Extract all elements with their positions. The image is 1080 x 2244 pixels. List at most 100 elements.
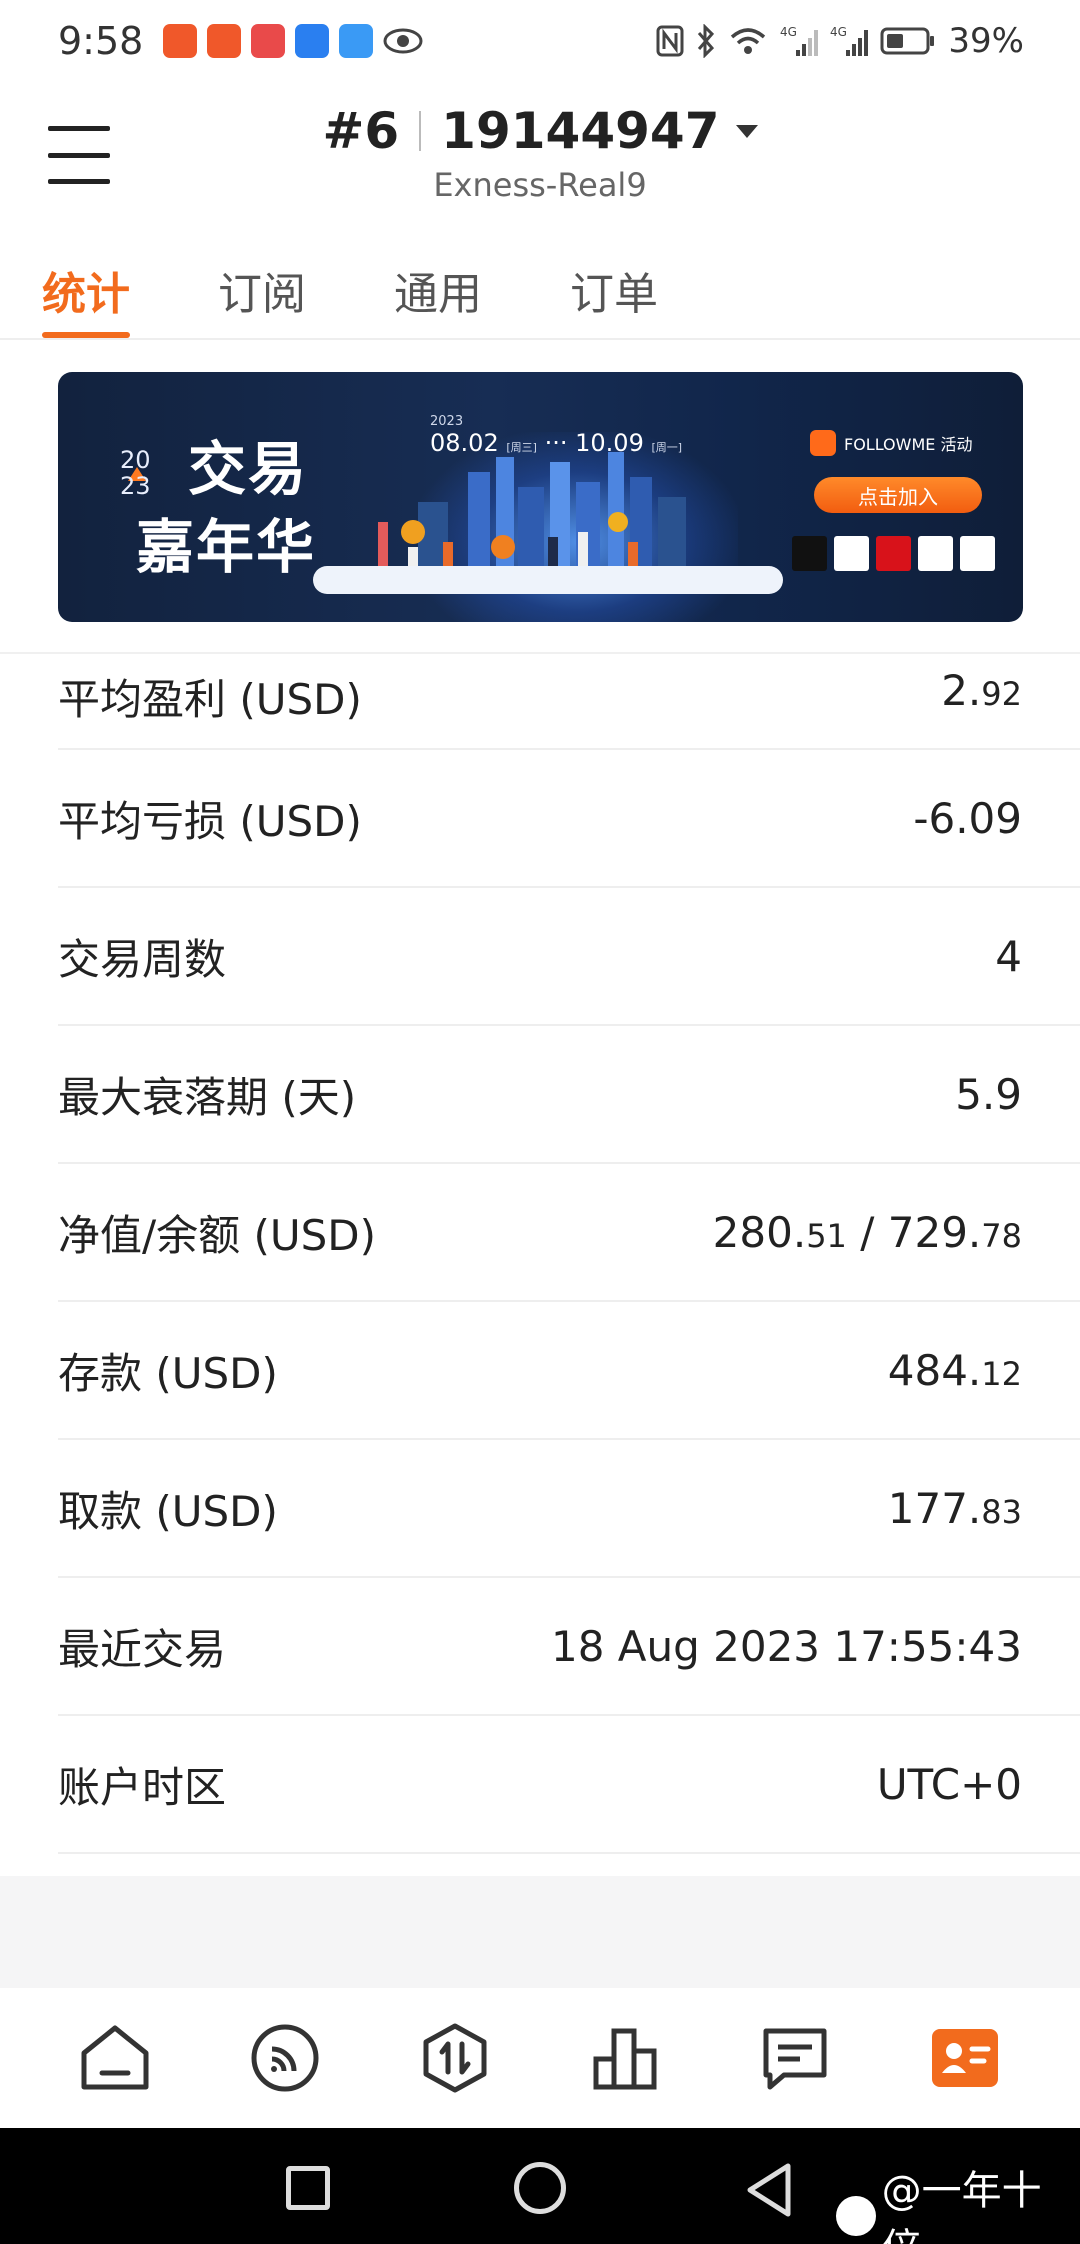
promo-banner[interactable]: 20 23 交易 嘉年华 2023 08.02 [周三] ··· 10.09 [周… bbox=[58, 372, 1023, 622]
stat-value: UTC+0 bbox=[876, 1759, 1022, 1809]
watermark: @一年十倍 bbox=[836, 2158, 1080, 2244]
stat-label: 最近交易 bbox=[58, 1624, 227, 1674]
trade-icon bbox=[423, 2023, 487, 2093]
network-label: 4G bbox=[780, 25, 797, 39]
message-icon bbox=[763, 2028, 827, 2090]
banner-date-end-day: [周一] bbox=[651, 441, 683, 454]
bulb-app-icon bbox=[295, 24, 330, 58]
app-notification-icon bbox=[163, 24, 198, 58]
tab-bar: 统计 订阅 通用 订单 bbox=[0, 240, 1080, 340]
header: #6 19144947 Exness-Real9 bbox=[0, 82, 1080, 232]
banner-date-start-day: [周三] bbox=[506, 441, 537, 454]
banner-date-dots: ··· bbox=[544, 429, 568, 457]
tab-orders[interactable]: 订单 bbox=[570, 240, 658, 338]
stat-label: 账户时区 bbox=[58, 1762, 227, 1812]
home-icon bbox=[81, 2025, 149, 2090]
nfc-icon bbox=[656, 25, 684, 57]
tab-statistics[interactable]: 统计 bbox=[42, 240, 130, 338]
partner-logo-icon bbox=[960, 536, 995, 571]
status-bar: 9:58 4G 4G 39% bbox=[0, 0, 1080, 82]
banner-year: 20 23 bbox=[120, 446, 151, 500]
stat-row-timezone: 账户时区 UTC+0 bbox=[58, 1716, 1080, 1854]
banner-title-line1: 交易 bbox=[188, 435, 309, 503]
stat-value-main: 484. bbox=[887, 1345, 982, 1395]
nav-trade[interactable] bbox=[410, 2013, 500, 2103]
home-system-button[interactable] bbox=[514, 2162, 566, 2214]
nav-profile[interactable] bbox=[920, 2013, 1010, 2103]
followme-logo-icon bbox=[810, 430, 836, 456]
stat-value: 484.12 bbox=[888, 1346, 1022, 1395]
server-name: Exness-Real9 bbox=[433, 166, 647, 204]
stat-label: 平均盈利 (USD) bbox=[58, 675, 362, 724]
eye-icon bbox=[383, 28, 423, 54]
banner-cloud bbox=[313, 566, 783, 594]
status-time: 9:58 bbox=[58, 19, 144, 63]
stat-row-withdrawal: 取款 (USD) 177.83 bbox=[58, 1440, 1080, 1578]
stat-value: 18 Aug 2023 17:55:43 bbox=[550, 1621, 1022, 1671]
stat-value-small: 92 bbox=[981, 675, 1022, 713]
battery-percent: 39% bbox=[948, 21, 1024, 61]
network-label: 4G bbox=[830, 25, 847, 39]
tab-subscribe[interactable]: 订阅 bbox=[218, 240, 306, 338]
account-number: 19144947 bbox=[441, 102, 720, 160]
stat-value-small2: 78 bbox=[981, 1216, 1022, 1255]
stat-value-small: 83 bbox=[981, 1492, 1022, 1531]
ranking-icon bbox=[593, 2028, 657, 2090]
system-navigation-bar: @一年十倍 bbox=[0, 2128, 1080, 2244]
banner-date-start: 08.02 bbox=[430, 429, 499, 457]
stat-value: 4 bbox=[995, 931, 1022, 981]
account-selector[interactable]: #6 19144947 Exness-Real9 bbox=[0, 102, 1080, 204]
battery-icon bbox=[880, 27, 935, 55]
stat-row-max-drawdown-period: 最大衰落期 (天) 5.9 bbox=[58, 1026, 1080, 1164]
stat-label: 取款 (USD) bbox=[58, 1486, 278, 1536]
watermark-logo-icon bbox=[836, 2196, 876, 2236]
cloud-app-icon bbox=[339, 24, 374, 58]
stat-value-main: 177. bbox=[887, 1483, 982, 1533]
nav-feed[interactable] bbox=[240, 2013, 330, 2103]
banner-date-year: 2023 bbox=[430, 414, 464, 429]
book-app-icon bbox=[251, 24, 286, 58]
account-index: #6 bbox=[322, 102, 400, 160]
stat-row-avg-profit: 平均盈利 (USD) 2.92 bbox=[58, 656, 1080, 750]
stat-value-main2: / 729. bbox=[846, 1207, 982, 1257]
stat-value-main: 2. bbox=[941, 666, 982, 715]
stat-value-small: 12 bbox=[981, 1354, 1022, 1393]
banner-dates: 2023 08.02 [周三] ··· 10.09 [周一] bbox=[430, 414, 682, 457]
banner-partner-logos bbox=[792, 536, 995, 571]
stat-label: 存款 (USD) bbox=[58, 1348, 278, 1398]
content-bottom-spacer bbox=[0, 1876, 1080, 1988]
banner-brand: FOLLOWME 活动 bbox=[810, 430, 972, 456]
banner-brand-text: FOLLOWME 活动 bbox=[844, 435, 973, 454]
stat-value: 280.51 / 729.78 bbox=[713, 1208, 1022, 1257]
recent-apps-button[interactable] bbox=[286, 2166, 330, 2210]
feed-icon bbox=[251, 2024, 319, 2092]
nav-messages[interactable] bbox=[750, 2013, 840, 2103]
banner-title-line2: 嘉年华 bbox=[136, 513, 317, 581]
profile-icon bbox=[932, 2029, 998, 2087]
banner-date-end: 10.09 bbox=[575, 429, 644, 457]
nav-home[interactable] bbox=[70, 2013, 160, 2103]
stat-value: 177.83 bbox=[888, 1484, 1022, 1533]
banner-join-button[interactable]: 点击加入 bbox=[814, 477, 982, 513]
wifi-icon bbox=[731, 28, 766, 54]
stat-row-avg-loss: 平均亏损 (USD) -6.09 bbox=[58, 750, 1080, 888]
bluetooth-icon bbox=[698, 24, 715, 58]
statistics-list: 平均盈利 (USD) 2.92 平均亏损 (USD) -6.09 交易周数 4 … bbox=[58, 656, 1080, 1854]
stat-row-last-trade: 最近交易 18 Aug 2023 17:55:43 bbox=[58, 1578, 1080, 1716]
partner-logo-icon bbox=[918, 536, 953, 571]
stat-label: 交易周数 bbox=[58, 934, 227, 984]
tab-general[interactable]: 通用 bbox=[394, 240, 482, 338]
nav-ranking[interactable] bbox=[580, 2013, 670, 2103]
stat-label: 平均亏损 (USD) bbox=[58, 796, 362, 846]
signal-icon: 4G bbox=[830, 25, 869, 56]
stat-row-deposit: 存款 (USD) 484.12 bbox=[58, 1302, 1080, 1440]
app-notification-icon bbox=[207, 24, 242, 58]
stat-value-main: 280. bbox=[712, 1207, 807, 1257]
bottom-navigation bbox=[0, 1988, 1080, 2128]
stat-row-equity-balance: 净值/余额 (USD) 280.51 / 729.78 bbox=[58, 1164, 1080, 1302]
section-divider bbox=[0, 652, 1080, 654]
back-icon[interactable] bbox=[744, 2162, 794, 2218]
account-separator bbox=[419, 111, 422, 151]
partner-logo-icon bbox=[876, 536, 911, 571]
dropdown-caret-icon bbox=[735, 124, 758, 138]
